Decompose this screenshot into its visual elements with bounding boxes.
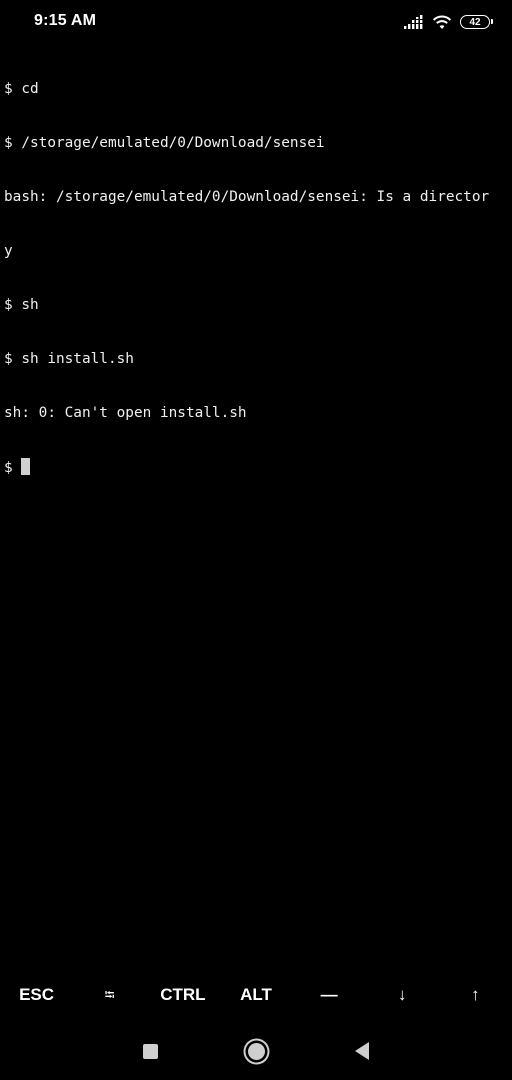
battery-icon: 42	[460, 15, 493, 29]
terminal-line: $ sh install.sh	[4, 351, 134, 367]
battery-level: 42	[469, 16, 481, 28]
terminal-line: bash: /storage/emulated/0/Download/sense…	[4, 189, 490, 205]
status-bar: 9:15 AM 42	[0, 0, 512, 44]
terminal-line: $ /storage/emulated/0/Download/sensei	[4, 135, 325, 151]
home-circle-icon	[247, 1042, 265, 1060]
prompt-text: $	[4, 460, 22, 476]
signal-icon	[404, 15, 424, 29]
terminal-line: $ sh	[4, 297, 39, 313]
status-icons: 42	[404, 13, 493, 31]
down-arrow-key[interactable]: ↓	[366, 970, 439, 1020]
dash-key[interactable]: —	[293, 970, 366, 1020]
terminal-prompt-line: $	[4, 458, 510, 476]
alt-key[interactable]: ALT	[219, 970, 292, 1020]
status-time: 9:15 AM	[34, 12, 97, 29]
terminal-line: $ cd	[4, 81, 39, 97]
navigation-bar	[0, 1022, 512, 1080]
terminal-line: sh: 0: Can't open install.sh	[4, 405, 247, 421]
recents-button[interactable]	[136, 1037, 164, 1065]
wifi-icon	[432, 15, 452, 29]
extra-keys-row: ESC ⭾ CTRL ALT — ↓ ↑	[0, 970, 512, 1020]
tab-key[interactable]: ⭾	[73, 970, 146, 1020]
up-arrow-key[interactable]: ↑	[439, 970, 512, 1020]
terminal-cursor	[21, 458, 31, 475]
terminal-line: y	[4, 243, 13, 259]
home-button[interactable]	[242, 1037, 270, 1065]
esc-key[interactable]: ESC	[0, 970, 73, 1020]
terminal-view[interactable]: $ cd $ /storage/emulated/0/Download/sens…	[4, 44, 510, 964]
ctrl-key[interactable]: CTRL	[146, 970, 219, 1020]
recents-square-icon	[142, 1043, 158, 1059]
back-button[interactable]	[348, 1037, 376, 1065]
back-triangle-icon	[355, 1042, 369, 1060]
